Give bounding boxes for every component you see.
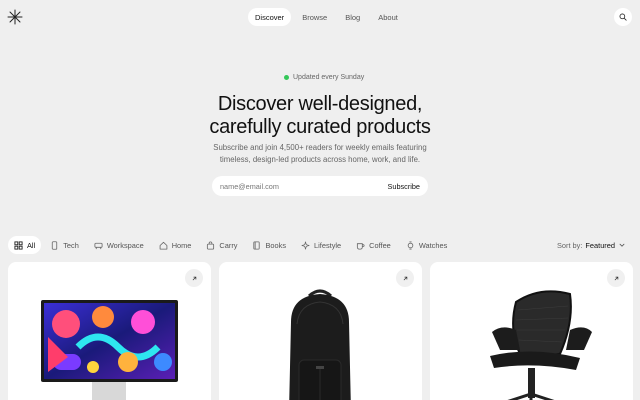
product-card[interactable] (430, 262, 633, 400)
hero-subtitle: Subscribe and join 4,500+ readers for we… (190, 142, 450, 166)
mesh-office-chair-image (490, 290, 592, 400)
cup-icon (357, 242, 365, 250)
search-button[interactable] (614, 8, 632, 26)
watch-icon (407, 240, 414, 250)
search-icon (619, 13, 627, 21)
filter-label: All (27, 240, 36, 250)
nav-about[interactable]: About (371, 8, 405, 26)
product-card[interactable] (219, 262, 422, 400)
sparkle-icon (301, 241, 310, 249)
desk-icon (94, 242, 103, 249)
filter-lifestyle[interactable]: Lifestyle (295, 236, 347, 254)
sort-dropdown[interactable]: Sort by: Featured (557, 236, 626, 254)
filter-home[interactable]: Home (153, 236, 198, 254)
filter-all[interactable]: All (8, 236, 42, 254)
nav-discover[interactable]: Discover (248, 8, 292, 26)
page-title: Discover well-designed, carefully curate… (0, 93, 640, 139)
nav-browse[interactable]: Browse (295, 8, 334, 26)
filter-label: Coffee (369, 240, 391, 250)
subscribe-form: Subscribe (212, 176, 428, 196)
badge-text: Updated every Sunday (293, 73, 365, 81)
site-header: Discover Browse Blog About (0, 0, 640, 34)
phone-icon (52, 240, 58, 250)
filter-label: Workspace (106, 240, 144, 250)
update-badge: Updated every Sunday (278, 70, 370, 84)
filter-label: Carry (219, 240, 238, 250)
main-nav: Discover Browse Blog About (248, 8, 405, 26)
asterisk-logo-icon[interactable] (6, 8, 24, 26)
filter-tech[interactable]: Tech (44, 236, 85, 254)
category-filters: All Tech Workspace Home Carry Books Life… (8, 236, 453, 254)
nav-blog[interactable]: Blog (338, 8, 367, 26)
filter-label: Home (171, 240, 192, 250)
filter-label: Books (265, 240, 287, 250)
grid-icon (14, 240, 23, 250)
filter-label: Lifestyle (314, 240, 342, 250)
chevron-down-icon (619, 243, 625, 247)
subtitle-line-1: Subscribe and join 4,500+ readers for we… (213, 143, 427, 152)
title-line-2: carefully curated products (209, 116, 431, 138)
sort-label: Sort by: (556, 240, 583, 250)
home-icon (159, 241, 168, 250)
studio-display-monitor-image (41, 300, 178, 400)
black-backpack-image (289, 289, 351, 400)
product-card[interactable] (8, 262, 211, 400)
filter-books[interactable]: Books (246, 236, 292, 254)
subscribe-button[interactable]: Subscribe (384, 182, 424, 191)
book-icon (253, 240, 261, 250)
filter-workspace[interactable]: Workspace (88, 236, 150, 254)
sort-value: Featured (585, 240, 615, 250)
filter-label: Tech (63, 240, 79, 250)
subtitle-line-2: timeless, design-led products across hom… (219, 155, 421, 164)
title-line-1: Discover well-designed, (217, 93, 423, 115)
filter-carry[interactable]: Carry (200, 236, 243, 254)
status-dot-icon (284, 74, 289, 80)
filter-watches[interactable]: Watches (400, 236, 453, 254)
filter-label: Watches (418, 240, 448, 250)
filter-coffee[interactable]: Coffee (350, 236, 397, 254)
bag-icon (207, 241, 215, 250)
email-field[interactable] (220, 181, 360, 191)
